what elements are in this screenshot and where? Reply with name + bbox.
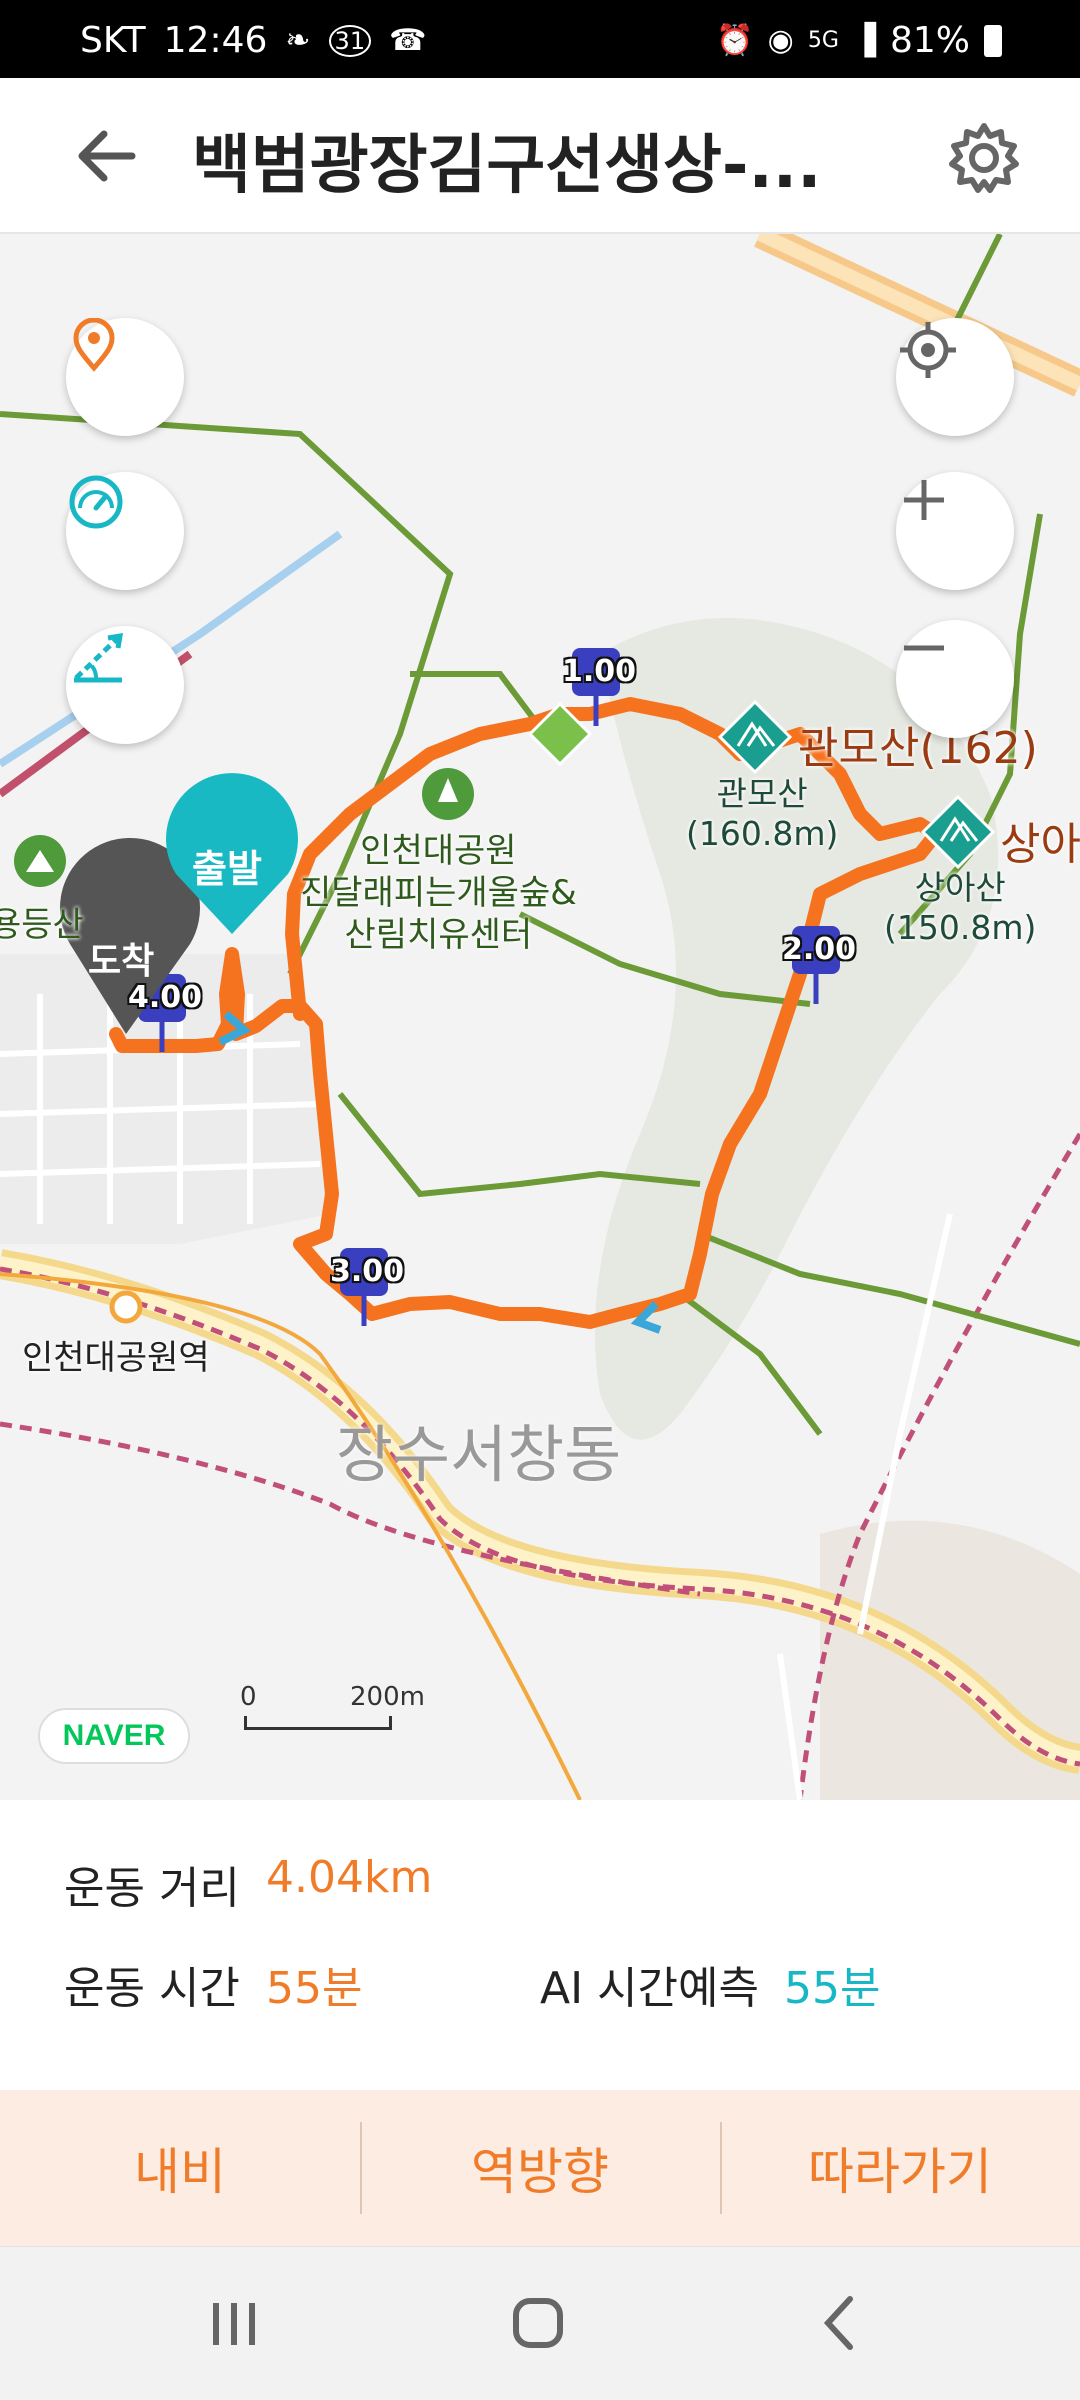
carrier-label: SKT <box>80 20 146 61</box>
km-marker-1-label: 1.00 <box>562 654 637 689</box>
slope-button[interactable] <box>66 626 184 744</box>
scale-distance: 200m <box>350 1682 425 1712</box>
park-label-line-2: 진달래피는개울숲& <box>300 873 577 913</box>
footprint-icon: ❧ <box>285 23 311 58</box>
gear-icon <box>949 123 1019 193</box>
time-label: 운동 시간 <box>64 1963 240 2014</box>
district-label: 장수서창동 <box>336 1418 622 1491</box>
km-marker-4-label: 4.00 <box>128 980 203 1015</box>
back-button[interactable] <box>70 118 146 194</box>
map-scale: 0 200m <box>240 1682 425 1742</box>
peak-sanga-height: (150.8m) <box>884 908 1037 947</box>
recent-apps-icon <box>213 2303 255 2345</box>
ai-time-value: 55분 <box>784 1963 881 2014</box>
km-marker-2-label: 2.00 <box>782 932 857 967</box>
settings-button[interactable] <box>944 118 1024 198</box>
park-label: 인천대공원 진달래피는개울숲& 산림치유센터 <box>300 830 577 956</box>
my-location-button[interactable] <box>896 318 1014 436</box>
5g-icon: 5G <box>807 28 839 53</box>
km-marker-3-label: 3.00 <box>330 1254 405 1289</box>
peak-sanga-name: 상아산 <box>914 868 1006 907</box>
signal-icon: ▐ <box>852 23 876 58</box>
peak-sanga-subtitle: 상아산 (150.8m) <box>884 868 1036 948</box>
arrow-left-icon <box>78 130 136 182</box>
slope-icon <box>74 632 124 683</box>
peak-sanga-title: 상아 <box>1000 819 1080 870</box>
page-title: 백범광장김구선생상-... <box>192 129 822 203</box>
calendar-31-icon: 31 <box>328 24 372 57</box>
reverse-button[interactable]: 역방향 <box>360 2090 720 2246</box>
app-header: 백범광장김구선생상-... <box>0 78 1080 234</box>
clock: 12:46 <box>163 20 268 61</box>
home-icon <box>513 2298 563 2348</box>
start-pin-label: 출발 <box>192 847 262 891</box>
zoom-in-icon <box>904 480 944 520</box>
station-dot <box>109 1290 143 1324</box>
status-bar: SKT 12:46 ❧ 31 ☎ ⏰ ◉ 5G ▐ 81% <box>0 0 1080 78</box>
follow-button[interactable]: 따라가기 <box>720 2090 1080 2246</box>
location-pin-icon <box>73 318 115 372</box>
peak-gwanmo-name: 관모산 <box>716 774 808 813</box>
system-nav-bar <box>0 2246 1080 2400</box>
station-label: 인천대공원역 <box>22 1338 210 1378</box>
scale-zero: 0 <box>240 1682 257 1712</box>
speed-button[interactable] <box>66 472 184 590</box>
naver-logo: NAVER <box>38 1708 190 1764</box>
peak-gwanmo-height: (160.8m) <box>686 814 839 853</box>
action-bar: 내비 역방향 따라가기 <box>0 2090 1080 2246</box>
zoom-in-button[interactable] <box>896 472 1014 590</box>
back-icon <box>823 2296 853 2350</box>
navi-button[interactable]: 내비 <box>0 2090 360 2246</box>
peak-gwanmo-subtitle: 관모산 (160.8m) <box>686 774 838 854</box>
speedometer-icon <box>69 475 123 529</box>
map-view[interactable]: 인천대공원 진달래피는개울숲& 산림치유센터 용등산 관모산(162) 관모산 … <box>0 234 1080 1800</box>
scale-bar <box>244 1716 392 1730</box>
distance-label: 운동 거리 <box>64 1863 240 1914</box>
time-value: 55분 <box>266 1963 363 2014</box>
waypoint-button[interactable] <box>66 318 184 436</box>
back-nav-button[interactable] <box>790 2277 890 2371</box>
park-label-line-3: 산림치유센터 <box>344 915 533 955</box>
zoom-out-icon <box>904 645 944 651</box>
my-location-icon <box>900 322 956 378</box>
map-canvas[interactable] <box>0 234 1080 1800</box>
location-icon: ◉ <box>767 23 794 58</box>
distance-value: 4.04km <box>266 1852 433 1903</box>
recent-apps-button[interactable] <box>184 2277 284 2371</box>
zoom-out-button[interactable] <box>896 620 1014 738</box>
mountain-label-left: 용등산 <box>0 905 84 945</box>
phone-icon: ☎ <box>389 23 427 58</box>
park-label-line-1: 인천대공원 <box>360 831 517 871</box>
end-pin-label: 도착 <box>88 941 155 982</box>
stats-panel: 운동 거리 4.04km 운동 시간 55분 AI 시간예측 55분 <box>0 1800 1080 2090</box>
battery-icon <box>984 24 1002 57</box>
alarm-icon: ⏰ <box>716 23 754 58</box>
battery-level: 81% <box>889 20 970 61</box>
home-button[interactable] <box>488 2277 588 2371</box>
ai-time-label: AI 시간예측 <box>540 1963 759 2014</box>
